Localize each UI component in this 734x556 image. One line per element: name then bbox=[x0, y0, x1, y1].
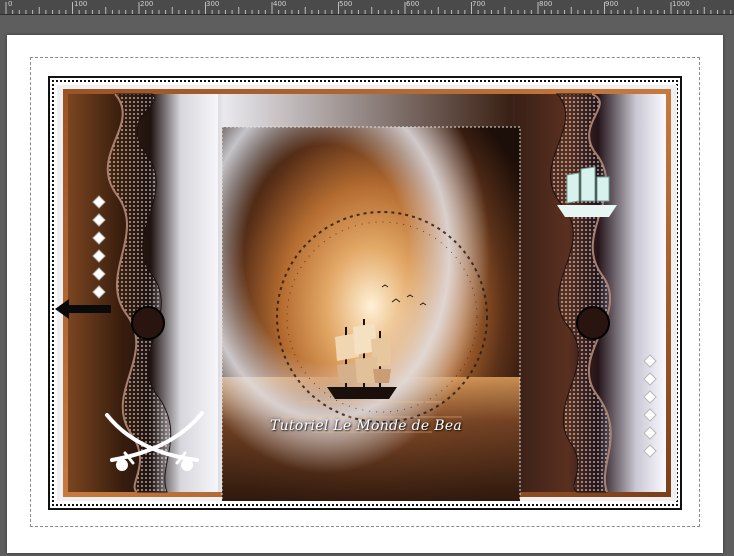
ruler-label: 1000 bbox=[672, 0, 690, 8]
center-panel: Tutoriel Le Monde de Bea bbox=[217, 93, 515, 493]
tutorial-title: Tutoriel Le Monde de Bea bbox=[269, 418, 463, 434]
ruler-label: 100 bbox=[74, 0, 88, 8]
ruler-label: 200 bbox=[140, 0, 154, 8]
horizontal-ruler[interactable]: 0 100 200 300 400 500 600 700 800 900 10… bbox=[0, 0, 734, 15]
tutorial-artwork: Tutoriel Le Monde de Bea bbox=[55, 85, 677, 501]
ruler-label: 0 bbox=[8, 0, 13, 8]
ruler-label: 800 bbox=[539, 0, 553, 8]
ruler-label: 400 bbox=[273, 0, 287, 8]
ruler-label: 600 bbox=[406, 0, 420, 8]
image-canvas[interactable]: Tutoriel Le Monde de Bea bbox=[7, 35, 723, 553]
ruler-label: 900 bbox=[605, 0, 619, 8]
ruler-label: 700 bbox=[472, 0, 486, 8]
knob-left bbox=[131, 306, 165, 340]
workspace[interactable]: Tutoriel Le Monde de Bea bbox=[0, 15, 734, 556]
knob-right bbox=[576, 306, 610, 340]
ruler-label: 500 bbox=[339, 0, 353, 8]
arrow-left-icon bbox=[55, 299, 111, 319]
ruler-label: 300 bbox=[206, 0, 220, 8]
ruler-ticks bbox=[5, 2, 732, 14]
